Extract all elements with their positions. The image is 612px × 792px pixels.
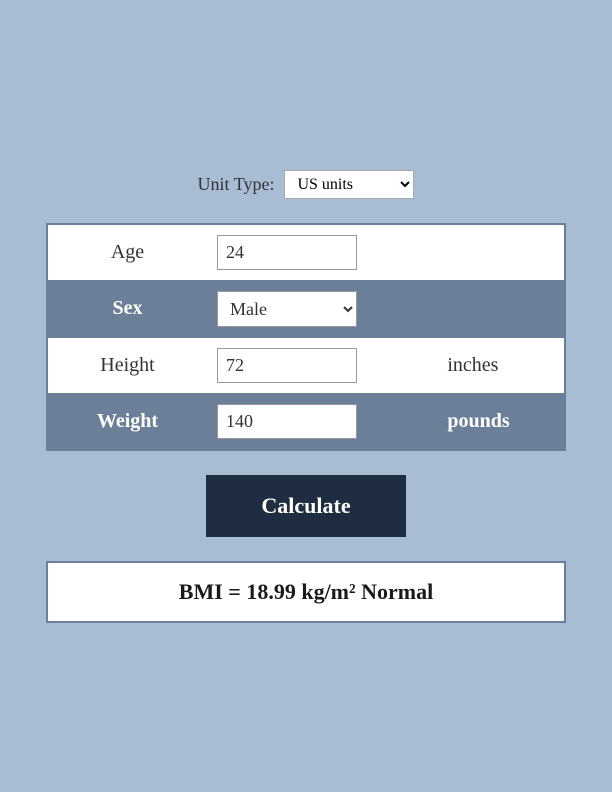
result-box: BMI = 18.99 kg/m² Normal (46, 561, 566, 623)
form-table: Age Sex Male Female Height (46, 223, 566, 451)
unit-type-label: Unit Type: (198, 174, 275, 195)
age-unit (431, 224, 565, 281)
sex-unit (431, 280, 565, 337)
height-unit: inches (431, 337, 565, 393)
unit-type-select[interactable]: US units Metric units (284, 170, 414, 199)
table-row-age: Age (47, 224, 565, 281)
weight-unit: pounds (431, 393, 565, 450)
calculate-button[interactable]: Calculate (206, 475, 406, 537)
age-label: Age (47, 224, 207, 281)
unit-type-row: Unit Type: US units Metric units (198, 170, 415, 199)
sex-select[interactable]: Male Female (217, 291, 357, 327)
height-input[interactable] (217, 348, 357, 383)
sex-label: Sex (47, 280, 207, 337)
calculator-container: Unit Type: US units Metric units Age Sex… (46, 170, 566, 623)
weight-label: Weight (47, 393, 207, 450)
table-row-weight: Weight pounds (47, 393, 565, 450)
table-row-sex: Sex Male Female (47, 280, 565, 337)
weight-input[interactable] (217, 404, 357, 439)
table-row-height: Height inches (47, 337, 565, 393)
weight-input-cell (207, 393, 431, 450)
height-label: Height (47, 337, 207, 393)
sex-input-cell: Male Female (207, 280, 431, 337)
result-text: BMI = 18.99 kg/m² Normal (179, 579, 433, 604)
age-input[interactable] (217, 235, 357, 270)
age-input-cell (207, 224, 431, 281)
height-input-cell (207, 337, 431, 393)
